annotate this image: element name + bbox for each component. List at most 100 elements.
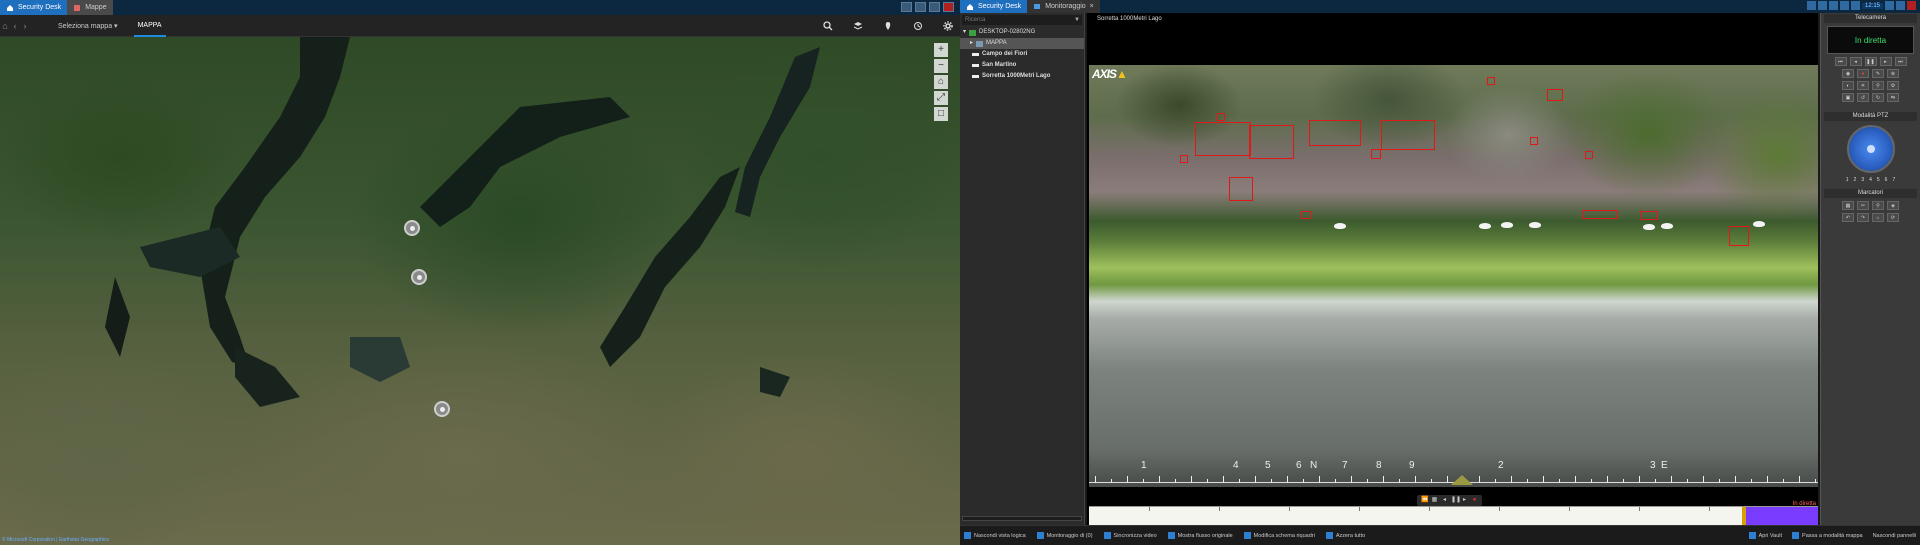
- tree-item-sorretta[interactable]: Sorretta 1000Metri Lago: [960, 71, 1084, 82]
- hide-logical-view-button[interactable]: Nascondi vista logica: [964, 532, 1026, 539]
- preset-button[interactable]: 6: [1885, 177, 1888, 183]
- tray-icon[interactable]: [1828, 1, 1838, 10]
- minimize-button[interactable]: [915, 2, 926, 12]
- tray-icon[interactable]: [1850, 1, 1860, 10]
- tab-monitoraggio[interactable]: Monitoraggio ×: [1027, 0, 1100, 13]
- frame-icon[interactable]: ▦: [1431, 497, 1438, 504]
- search-icon[interactable]: [821, 19, 834, 32]
- preset-button[interactable]: 2: [1854, 177, 1857, 183]
- map-mode-button[interactable]: Passa a modalità mappa: [1792, 532, 1863, 539]
- expand-icon[interactable]: ▸: [970, 38, 973, 49]
- tool-button[interactable]: ☀: [1857, 81, 1869, 90]
- map-attribution[interactable]: © Microsoft Corporation | Earthstar Geog…: [2, 537, 109, 543]
- rewind-button[interactable]: ⏮: [1834, 57, 1847, 66]
- preset-button[interactable]: 7: [1892, 177, 1895, 183]
- tool-button[interactable]: ▦: [1842, 201, 1854, 210]
- video-tile[interactable]: Sorretta 1000Metri Lago AXIS▲ 1 4 5 6 N …: [1087, 13, 1818, 526]
- tree-item-san-martino[interactable]: San Martino: [960, 60, 1084, 71]
- preset-button[interactable]: 5: [1877, 177, 1880, 183]
- tray-icon[interactable]: [1885, 1, 1894, 10]
- marker-icon[interactable]: [881, 19, 894, 32]
- back-icon[interactable]: ‹: [10, 21, 20, 31]
- tool-button[interactable]: ⚲: [1872, 81, 1884, 90]
- tree-item-desktop[interactable]: ▾ DESKTOP-02802NG: [960, 27, 1084, 38]
- home-button[interactable]: ⌂: [1872, 213, 1884, 222]
- tree-scrollbar[interactable]: [962, 516, 1082, 521]
- clear-all-button[interactable]: Azzera tutto: [1325, 532, 1365, 539]
- camera-feed[interactable]: AXIS▲ 1 4 5 6 N 7 8 9 2 3 E: [1089, 65, 1818, 487]
- record-button[interactable]: ●: [1857, 69, 1869, 78]
- tree-search-input[interactable]: Ricerca ▼: [962, 15, 1082, 25]
- step-back-icon[interactable]: ◂: [1441, 497, 1448, 504]
- tray-icon[interactable]: [1839, 1, 1849, 10]
- layer-toggle-button[interactable]: □: [934, 107, 948, 121]
- tray-icon[interactable]: [1817, 1, 1827, 10]
- step-forward-icon[interactable]: ▸: [1461, 497, 1468, 504]
- camera-pin-san-martino[interactable]: [411, 269, 427, 285]
- tool-button[interactable]: ◈: [1887, 201, 1899, 210]
- camera-pin-campo-dei-fiori[interactable]: [404, 220, 420, 236]
- bookmark-button[interactable]: ✎: [1872, 69, 1884, 78]
- tool-button[interactable]: ↻: [1872, 93, 1884, 102]
- tool-button[interactable]: ▣: [1842, 93, 1854, 102]
- close-tab-icon[interactable]: ×: [1090, 3, 1094, 10]
- edit-layout-button[interactable]: Modifica schema riquadri: [1243, 532, 1315, 539]
- sync-video-button[interactable]: Sincronizza video: [1103, 532, 1157, 539]
- rewind-icon[interactable]: ⏪: [1421, 497, 1428, 504]
- video-timeline[interactable]: In diretta: [1089, 501, 1818, 526]
- open-vault-button[interactable]: Apri Vault: [1748, 532, 1782, 539]
- forward-button[interactable]: ▸: [1879, 57, 1892, 66]
- monitoring-button[interactable]: Monitoraggio di (0): [1036, 532, 1093, 539]
- snapshot-button[interactable]: ◉: [1842, 69, 1854, 78]
- filter-icon[interactable]: ▼: [1074, 15, 1080, 25]
- preset-button[interactable]: 1: [1846, 177, 1849, 183]
- history-icon[interactable]: [911, 19, 924, 32]
- tab-mappa[interactable]: MAPPA: [133, 15, 166, 37]
- close-button[interactable]: [1907, 1, 1916, 10]
- close-button[interactable]: [943, 2, 954, 12]
- tool-button[interactable]: ⇆: [1887, 93, 1899, 102]
- timeline-cursor[interactable]: [1742, 507, 1746, 526]
- live-button[interactable]: ⏭: [1894, 57, 1907, 66]
- tree-item-mappa[interactable]: ▸ MAPPA: [960, 38, 1084, 49]
- fit-view-button[interactable]: ⤢: [934, 91, 948, 105]
- tray-icon[interactable]: [1896, 1, 1905, 10]
- tray-icon[interactable]: [1806, 1, 1816, 10]
- satellite-map[interactable]: + − ⌂ ⤢ □ © Microsoft Corporation | Eart…: [0, 37, 960, 545]
- tool-button[interactable]: ↺: [1857, 93, 1869, 102]
- maximize-button[interactable]: [929, 2, 940, 12]
- tool-button[interactable]: ⟳: [1887, 213, 1899, 222]
- pause-button[interactable]: ❚❚: [1864, 57, 1877, 66]
- original-stream-button[interactable]: Mostra flusso originale: [1167, 532, 1233, 539]
- tree-item-campo-dei-fiori[interactable]: Campo dei Fiori: [960, 49, 1084, 60]
- home-view-button[interactable]: ⌂: [934, 75, 948, 89]
- home-nav-icon[interactable]: ⌂: [0, 21, 10, 31]
- forward-icon[interactable]: ›: [20, 21, 30, 31]
- layers-icon[interactable]: [851, 19, 864, 32]
- map-selector[interactable]: Seleziona mappa ▾: [54, 22, 122, 30]
- camera-pin-sorretta[interactable]: [434, 401, 450, 417]
- pause-icon[interactable]: ❚❚: [1451, 497, 1461, 504]
- hide-panels-button[interactable]: Nascondi pannelli: [1873, 532, 1916, 539]
- preset-button[interactable]: 3: [1861, 177, 1864, 183]
- tab-mappe[interactable]: Mappe: [67, 0, 113, 15]
- joystick-center[interactable]: [1866, 145, 1875, 153]
- tool-button[interactable]: ↷: [1857, 213, 1869, 222]
- settings-icon[interactable]: [941, 19, 954, 32]
- tool-button[interactable]: ⚲: [1872, 201, 1884, 210]
- tool-button[interactable]: ⚙: [1887, 81, 1899, 90]
- preset-button[interactable]: 4: [1869, 177, 1872, 183]
- tool-button[interactable]: ✂: [1857, 201, 1869, 210]
- back-button[interactable]: ◂: [1849, 57, 1862, 66]
- tab-security-desk[interactable]: Security Desk: [960, 0, 1028, 13]
- tool-button[interactable]: ↶: [1842, 213, 1854, 222]
- zoom-out-button[interactable]: −: [934, 59, 948, 73]
- tab-security-desk[interactable]: Security Desk: [0, 0, 68, 15]
- ptz-joystick[interactable]: [1846, 125, 1895, 173]
- zoom-button[interactable]: ⊕: [1887, 69, 1899, 78]
- expand-icon[interactable]: ▾: [963, 27, 966, 38]
- restore-button[interactable]: [901, 2, 912, 12]
- zoom-in-button[interactable]: +: [934, 43, 948, 57]
- tool-button[interactable]: ◐: [1842, 81, 1854, 90]
- record-icon[interactable]: ●: [1471, 497, 1478, 504]
